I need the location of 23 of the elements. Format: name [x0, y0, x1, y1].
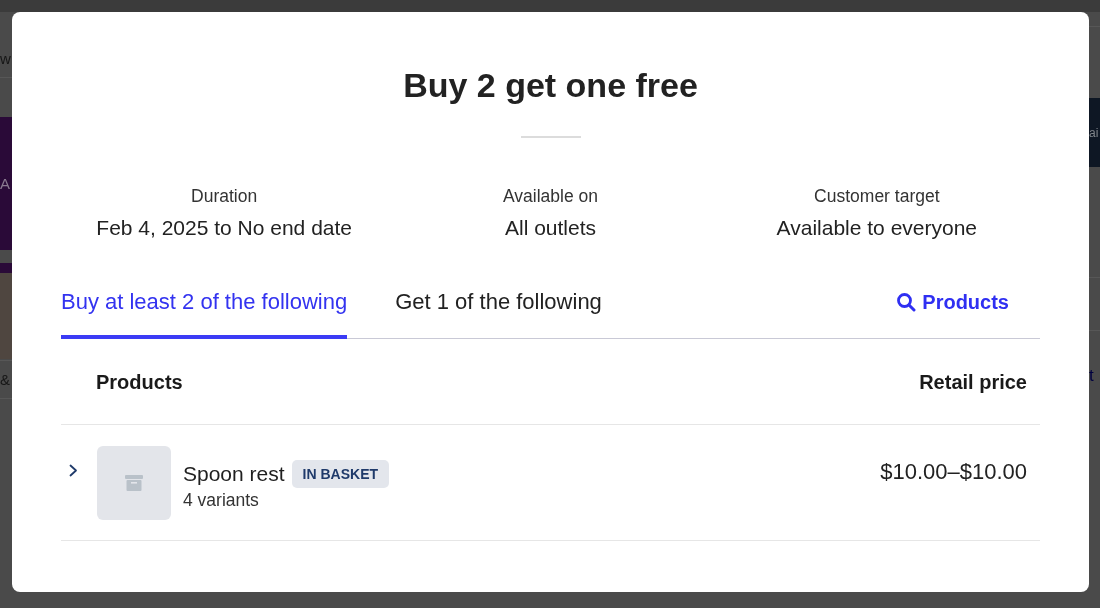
tab[interactable]: Buy at least 2 of the following [61, 290, 348, 339]
price-text: $10.00–$10.00 [880, 460, 1027, 484]
column-header: Retail price [919, 370, 1027, 394]
detail-label: Available on [502, 186, 598, 207]
detail-value: Available to everyone [776, 215, 978, 241]
detail-value: All outlets [504, 215, 596, 241]
product-name: Spoon rest [183, 462, 285, 486]
background-text: A [0, 174, 10, 193]
detail-value: Feb 4, 2025 to No end date [96, 215, 352, 241]
dialog-title: Buy 2 get one free [402, 65, 699, 105]
detail-label: Customer target [814, 186, 940, 207]
detail-label: Duration [191, 186, 258, 207]
search-icon [896, 292, 917, 312]
status-badge: IN BASKET [291, 460, 390, 488]
column-header: Products [96, 370, 183, 394]
background-text: t [1089, 365, 1094, 386]
chevron-icon[interactable] [69, 464, 78, 477]
variant-count: 4 variants [183, 490, 260, 510]
tab[interactable]: Get 1 of the following [395, 290, 602, 339]
background-text: & [0, 370, 10, 389]
background-text: ai [1089, 125, 1099, 140]
search-products-button[interactable]: Products [896, 290, 1009, 314]
box-icon [125, 475, 143, 491]
